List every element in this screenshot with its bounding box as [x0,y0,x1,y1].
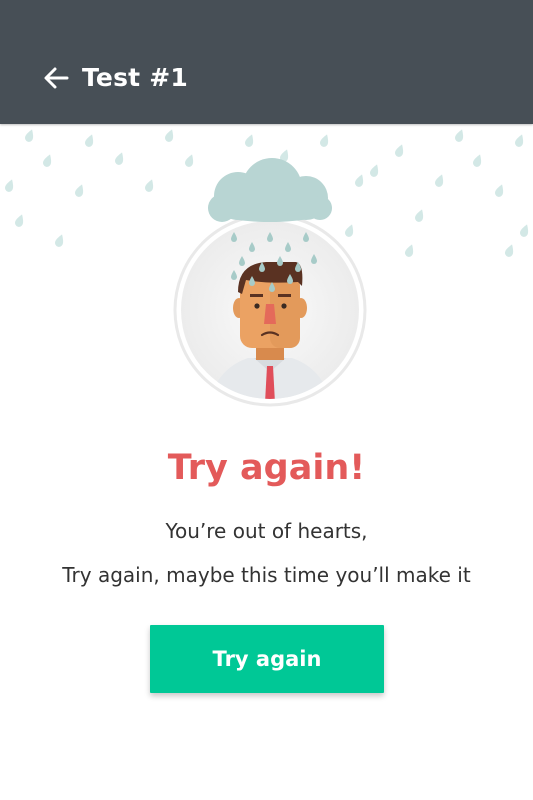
raindrop [114,152,124,165]
app-bar: Test #1 [0,0,533,124]
raindrop [434,174,444,187]
raindrop [14,214,24,227]
raindrop [504,244,514,257]
raindrop [494,184,504,197]
illustration [173,158,367,407]
raindrop [74,184,84,197]
raindrop [319,134,329,147]
result-message-line-1: You’re out of hearts, [165,519,368,543]
raindrop [394,144,404,157]
raindrop [54,234,64,247]
raindrop [144,179,154,192]
raindrop [454,129,464,142]
raindrop [4,179,14,192]
raindrop [42,154,52,167]
raindrop [244,134,254,147]
raindrop [519,224,529,237]
page-title: Test #1 [82,63,188,92]
sad-man-avatar-icon [173,213,367,407]
result-message-line-2: Try again, maybe this time you’ll make i… [62,563,471,587]
raindrop [164,129,174,142]
raindrop [84,134,94,147]
raindrop [472,154,482,167]
raindrop [514,134,524,147]
back-button[interactable] [38,60,74,96]
try-again-button[interactable]: Try again [150,625,384,693]
result-heading: Try again! [167,448,366,488]
arrow-left-icon [44,67,69,89]
raindrop [404,244,414,257]
raindrop [24,129,34,142]
raindrop [414,209,424,222]
